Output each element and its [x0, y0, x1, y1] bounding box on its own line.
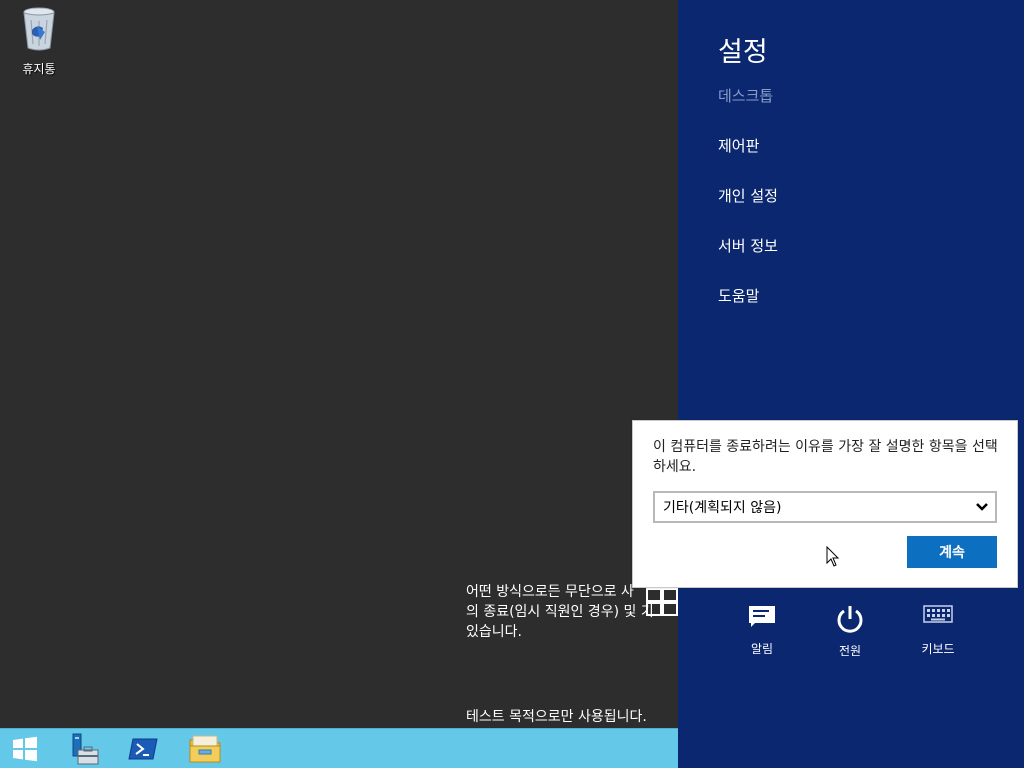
power-icon — [837, 606, 863, 633]
powershell-icon — [128, 738, 158, 760]
keyboard-button[interactable]: 키보드 — [908, 604, 968, 657]
keyboard-label: 키보드 — [921, 642, 955, 656]
server-manager-button[interactable] — [58, 729, 108, 768]
settings-title: 설정 — [718, 37, 768, 68]
notifications-button[interactable]: 알림 — [732, 604, 792, 657]
start-button[interactable] — [0, 729, 50, 768]
test-mode-text: 테스트 목적으로만 사용됩니다. — [466, 709, 647, 725]
mouse-cursor-icon — [826, 546, 840, 567]
settings-item-personalization[interactable]: 개인 설정 — [718, 185, 778, 206]
keyboard-icon — [923, 605, 953, 623]
start-icon — [13, 736, 37, 762]
windows-logo-icon — [646, 588, 678, 616]
file-explorer-icon — [189, 735, 221, 763]
shutdown-reason-dialog: 이 컴퓨터를 종료하려는 이유를 가장 잘 설명한 항목을 선택하세요. 기타(… — [632, 420, 1018, 588]
settings-item-control-panel[interactable]: 제어판 — [718, 135, 759, 156]
power-button[interactable]: 전원 — [820, 604, 880, 659]
desktop: 휴지통 어떤 방식으로든 무단으로 사 의 종료(임시 직원인 경우) 및 기 … — [0, 0, 678, 728]
file-explorer-button[interactable] — [178, 729, 232, 768]
settings-charm-panel: 설정 데스크톱 제어판 개인 설정 서버 정보 도움말 알림 전원 키보드 — [678, 0, 1024, 768]
recycle-bin-label: 휴지통 — [22, 62, 56, 76]
notification-icon — [749, 606, 775, 627]
notice-line: 있습니다. — [466, 624, 522, 640]
recycle-bin[interactable]: 휴지통 — [8, 6, 70, 77]
shutdown-reason-prompt: 이 컴퓨터를 종료하려는 이유를 가장 잘 설명한 항목을 선택하세요. — [653, 439, 998, 475]
continue-button[interactable]: 계속 — [907, 536, 997, 568]
settings-item-server-info[interactable]: 서버 정보 — [718, 235, 778, 256]
recycle-bin-icon — [23, 7, 55, 51]
settings-context-label: 데스크톱 — [718, 87, 774, 105]
shutdown-reason-selected: 기타(계획되지 않음) — [663, 500, 782, 516]
chevron-down-icon — [969, 493, 995, 521]
power-label: 전원 — [838, 644, 862, 658]
server-manager-icon — [72, 733, 99, 765]
shutdown-reason-dropdown[interactable]: 기타(계획되지 않음) — [653, 491, 997, 523]
settings-item-help[interactable]: 도움말 — [718, 285, 759, 306]
powershell-button[interactable] — [118, 729, 168, 768]
notifications-label: 알림 — [750, 642, 774, 656]
taskbar — [0, 728, 678, 768]
